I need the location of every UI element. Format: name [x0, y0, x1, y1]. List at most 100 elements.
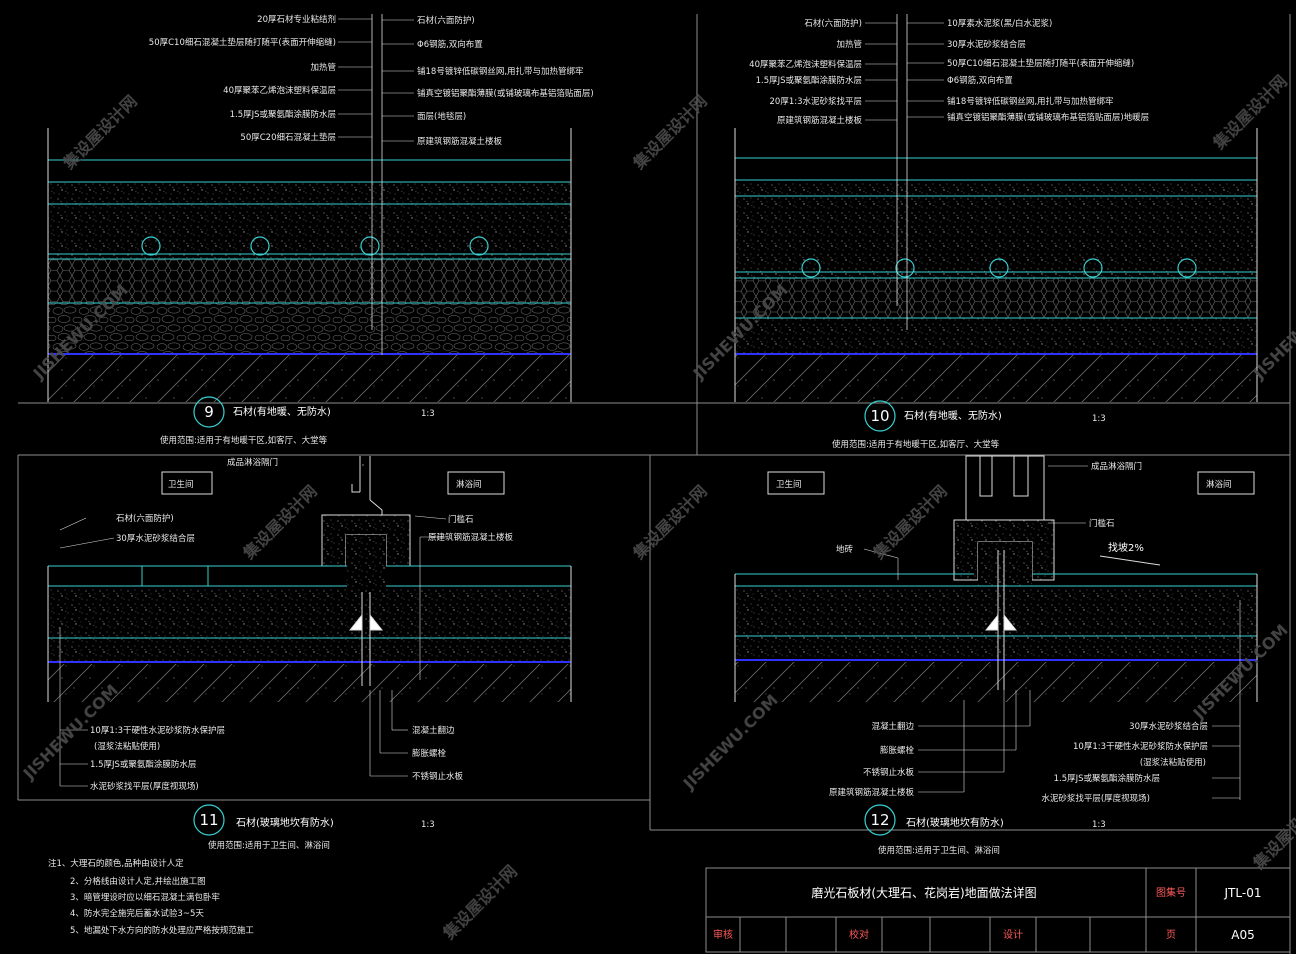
detail-11-caption: 11 石材(玻璃地坎有防水) 1:3 使用范围:适用于卫生间、淋浴间 [193, 804, 435, 851]
label: (湿浆法粘贴使用) [94, 741, 160, 752]
detail-9-section [18, 14, 697, 404]
slope-label: 找坡2% [1108, 541, 1144, 554]
label: 30厚水泥砂浆结合层 [947, 39, 1026, 50]
label: 成品淋浴隔门 [227, 457, 278, 468]
label: 10厚素水泥浆(黑/白水泥浆) [947, 18, 1052, 29]
label: 铺18号镀锌低碳钢丝网,用扎带与加热管绑牢 [947, 96, 1114, 107]
watermark-text: 集设屋设计网 [239, 482, 321, 564]
label: 门槛石 [448, 514, 474, 525]
detail-9-labels-left: 20厚石材专业粘结剂 50厚C10细石混凝土垫层随打随平(表面开伸缩缝) 加热管… [149, 14, 336, 143]
label: 面层(地毯层) [417, 111, 466, 122]
title-block: 磨光石板材(大理石、花岗岩)地面做法详图 图集号 JTL-01 审核 校对 设计… [705, 867, 1291, 953]
label: 20厚1:3水泥砂浆找平层 [770, 96, 863, 107]
label: 铺真空镀铝聚酯薄膜(或铺玻璃布基铝箔贴面层) [417, 88, 594, 99]
label: 40厚聚苯乙烯泡沫塑料保温层 [749, 59, 862, 70]
detail-scope: 使用范围:适用于卫生间、淋浴间 [878, 845, 1000, 856]
label: 10厚1:3干硬性水泥砂浆防水保护层 [90, 725, 225, 736]
watermark-text: 集设屋设计网 [439, 862, 521, 944]
label: 1.5厚JS或聚氨酯涂膜防水层 [90, 759, 196, 770]
detail-title: 石材(有地暖、无防水) [904, 409, 1002, 422]
note-line: 5、地漏处下水方向的防水处理应严格按规范施工 [70, 925, 254, 936]
label: 水泥砂浆找平层(厚度视现场) [90, 781, 199, 792]
detail-title: 石材(玻璃地坎有防水) [236, 816, 334, 829]
label: 膨胀螺栓 [880, 745, 915, 756]
note-line: 2、分格线由设计人定,并绘出施工图 [70, 876, 206, 887]
watermark-text: 集设屋设计网 [869, 482, 951, 564]
label: 成品淋浴隔门 [1091, 461, 1142, 472]
detail-9-caption: 9 石材(有地暖、无防水) 1:3 使用范围:适用于有地暖干区,如客厅、大堂等 [160, 396, 435, 446]
label: 铺18号镀锌低碳钢丝网,用扎带与加热管绑牢 [417, 66, 584, 77]
label: 40厚聚苯乙烯泡沫塑料保温层 [223, 85, 336, 96]
detail-scope: 使用范围:适用于卫生间、淋浴间 [208, 840, 330, 851]
label: 门槛石 [1089, 518, 1115, 529]
detail-10-caption: 10 石材(有地暖、无防水) 1:3 使用范围:适用于有地暖干区,如客厅、大堂等 [832, 400, 1106, 450]
label: 原建筑钢筋混凝土楼板 [428, 532, 514, 543]
watermark-text: 集设屋设计网 [1249, 792, 1296, 874]
detail-number: 10 [870, 407, 889, 425]
label: 地砖 [836, 544, 854, 555]
page-number: A05 [1231, 928, 1254, 942]
detail-scope: 使用范围:适用于有地暖干区,如客厅、大堂等 [160, 435, 328, 446]
note-line: 注1、大理石的颜色,品种由设计人定 [48, 858, 184, 869]
label: 不锈钢止水板 [412, 771, 464, 782]
note-line: 3、暗管埋设时应以细石混凝土满包卧牢 [70, 892, 220, 903]
label: 混凝土翻边 [412, 725, 455, 736]
watermark-text: 集设屋设计网 [1209, 72, 1291, 154]
watermark-text: 集设屋设计网 [629, 482, 711, 564]
watermark-url: JISHEWU.COM [679, 690, 782, 793]
label: 30厚水泥砂浆结合层 [1129, 721, 1208, 732]
drawing-number-label: 图集号 [1156, 886, 1186, 899]
label: Φ6钢筋,双向布置 [947, 75, 1013, 86]
review-label: 审核 [713, 928, 733, 941]
cad-drawing-canvas: 20厚石材专业粘结剂 50厚C10细石混凝土垫层随打随平(表面开伸缩缝) 加热管… [17, 14, 1296, 954]
detail-scale: 1:3 [1092, 414, 1106, 424]
detail-scale: 1:3 [421, 409, 435, 419]
drawing-number: JTL-01 [1224, 886, 1262, 900]
label: 铺真空镀铝聚酯薄膜(或铺玻璃布基铝箔贴面层)地暖层 [947, 112, 1149, 123]
label: 加热管 [310, 62, 336, 73]
label: 不锈钢止水板 [863, 767, 915, 778]
detail-title: 石材(玻璃地坎有防水) [906, 816, 1004, 829]
label: 原建筑钢筋混凝土楼板 [777, 115, 863, 126]
label: 50厚C10细石混凝土垫层随打随平(表面开伸缩缝) [947, 58, 1134, 69]
detail-scale: 1:3 [1092, 820, 1106, 830]
detail-title: 石材(有地暖、无防水) [233, 405, 331, 418]
design-label: 设计 [1003, 928, 1023, 941]
label: (湿浆法粘贴使用) [1140, 757, 1206, 768]
label: 石材(六面防护) [804, 18, 862, 29]
detail-number: 12 [870, 811, 889, 829]
label: Φ6钢筋,双向布置 [417, 39, 483, 50]
label: 原建筑钢筋混凝土楼板 [829, 787, 915, 798]
detail-10-labels-left: 石材(六面防护) 加热管 40厚聚苯乙烯泡沫塑料保温层 1.5厚JS或聚氨酯涂膜… [749, 18, 862, 126]
label: 加热管 [836, 39, 862, 50]
label: 1.5厚JS或聚氨酯涂膜防水层 [1054, 773, 1160, 784]
detail-10-section [697, 14, 1290, 404]
label: 20厚石材专业粘结剂 [257, 14, 336, 25]
label: 50厚C10细石混凝土垫层随打随平(表面开伸缩缝) [149, 37, 336, 48]
check-label: 校对 [849, 928, 869, 941]
detail-9-labels-right: 石材(六面防护) Φ6钢筋,双向布置 铺18号镀锌低碳钢丝网,用扎带与加热管绑牢… [417, 15, 594, 147]
note-line: 4、防水完全施完后蓄水试验3~5天 [70, 908, 204, 919]
label: 30厚水泥砂浆结合层 [116, 533, 195, 544]
room-label: 卫生间 [168, 479, 194, 490]
general-notes: 注1、大理石的颜色,品种由设计人定 2、分格线由设计人定,并绘出施工图 3、暗管… [48, 858, 254, 936]
label: 1.5厚JS或聚氨酯涂膜防水层 [756, 75, 862, 86]
page-label: 页 [1166, 929, 1176, 941]
room-label: 卫生间 [776, 479, 802, 490]
label: 1.5厚JS或聚氨酯涂膜防水层 [230, 109, 336, 120]
drawing-title: 磨光石板材(大理石、花岗岩)地面做法详图 [811, 885, 1036, 900]
detail-10-labels-right: 10厚素水泥浆(黑/白水泥浆) 30厚水泥砂浆结合层 50厚C10细石混凝土垫层… [947, 18, 1149, 123]
label: 水泥砂浆找平层(厚度视现场) [1041, 793, 1150, 804]
label: 50厚C20细石混凝土垫层 [240, 132, 336, 143]
label: 石材(六面防护) [417, 15, 475, 26]
watermark-text: 集设屋设计网 [629, 92, 711, 174]
label: 石材(六面防护) [116, 513, 174, 524]
room-label: 淋浴间 [1206, 479, 1232, 490]
detail-number: 9 [204, 403, 214, 421]
label: 10厚1:3干硬性水泥砂浆防水保护层 [1073, 741, 1208, 752]
detail-scale: 1:3 [421, 820, 435, 830]
detail-scope: 使用范围:适用于有地暖干区,如客厅、大堂等 [832, 439, 1000, 450]
label: 混凝土翻边 [871, 721, 914, 732]
label: 膨胀螺栓 [412, 748, 447, 759]
detail-number: 11 [199, 811, 218, 829]
